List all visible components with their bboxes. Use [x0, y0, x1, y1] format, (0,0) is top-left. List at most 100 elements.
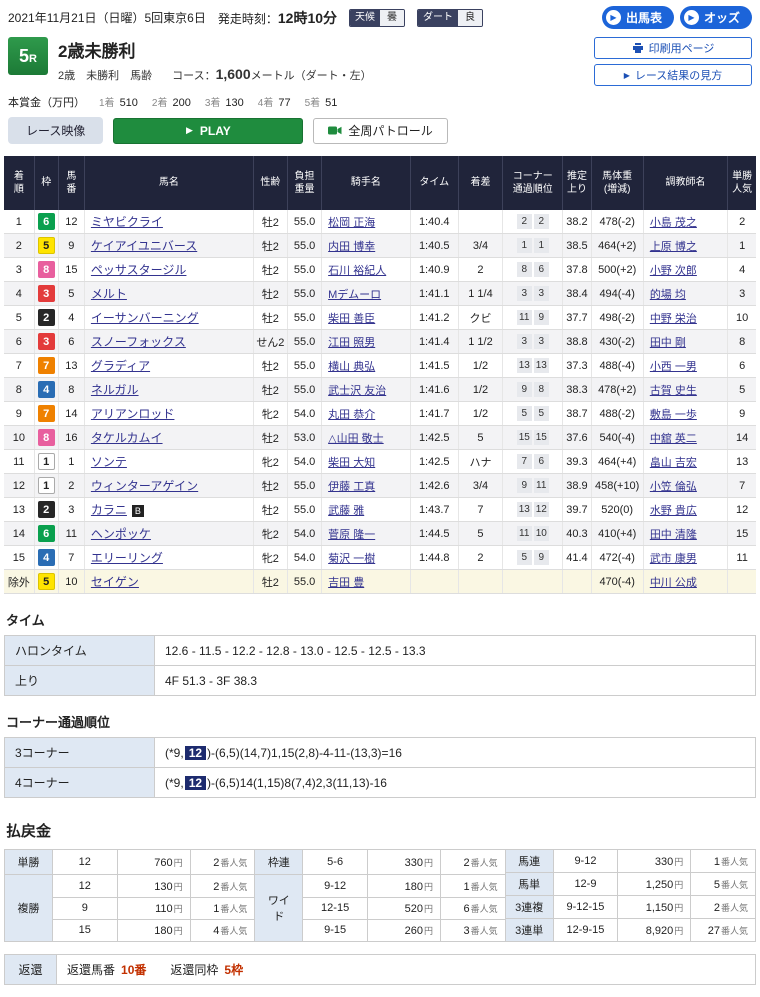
jockey-link[interactable]: 伊藤 工真	[328, 481, 375, 493]
arrow-circle-icon: ▶	[606, 10, 621, 25]
start-time-value: 12時10分	[278, 10, 337, 26]
jockey-link[interactable]: 江田 照男	[328, 337, 375, 349]
trainer-link[interactable]: 敷島 一歩	[650, 409, 697, 421]
result-guide-button[interactable]: ▶レース結果の見方	[594, 64, 752, 86]
horse-name-link[interactable]: ネルガル	[91, 383, 139, 397]
trainer-link[interactable]: 田中 剛	[650, 337, 686, 349]
horse-name-link[interactable]: タケルカムイ	[91, 431, 163, 445]
payout-popularity: 1番人気	[440, 875, 505, 897]
trainer-link[interactable]: 的場 均	[650, 289, 686, 301]
race-date: 2021年11月21日（日曜）5回東京6日	[8, 9, 206, 26]
horse-name-link[interactable]: アリアンロッド	[91, 407, 175, 421]
time-section-title: タイム	[4, 610, 756, 629]
play-button[interactable]: ▶PLAY	[113, 118, 303, 144]
sex-age: 牡2	[253, 258, 287, 282]
print-page-button[interactable]: 印刷用ページ	[594, 37, 752, 59]
popularity-value: 1	[213, 903, 219, 915]
horse-number: 14	[58, 402, 84, 426]
jockey-link[interactable]: 柴田 大知	[328, 457, 375, 469]
jockey-link[interactable]: 吉田 豊	[328, 577, 364, 589]
trainer-link[interactable]: 畠山 吉宏	[650, 457, 697, 469]
trainer-link[interactable]: 小笠 倫弘	[650, 481, 697, 493]
horse-name-link[interactable]: ヘンポッケ	[91, 527, 151, 541]
waku-badge: 4	[38, 381, 55, 398]
finish-position: 5	[4, 306, 34, 330]
win-popularity: 12	[728, 498, 756, 522]
trainer-link[interactable]: 小野 次郎	[650, 265, 697, 277]
horse-name-link[interactable]: ウィンターアゲイン	[91, 479, 198, 493]
jockey-link[interactable]: 武藤 雅	[328, 505, 364, 517]
horse-name-link[interactable]: ソンテ	[91, 455, 127, 469]
odds-button[interactable]: ▶オッズ	[680, 6, 752, 29]
jockey-link[interactable]: 内田 博幸	[328, 241, 375, 253]
corner-position: 5	[517, 406, 532, 421]
jockey-link[interactable]: 丸田 恭介	[328, 409, 375, 421]
finish-position: 9	[4, 402, 34, 426]
jockey-link[interactable]: 松岡 正海	[328, 217, 375, 229]
prize-item: 5着51	[305, 97, 338, 109]
trainer-link[interactable]: 中川 公成	[650, 577, 697, 589]
horse-name-link[interactable]: エリーリング	[91, 551, 163, 565]
horse-name-link[interactable]: ミヤビクライ	[91, 215, 163, 229]
horse-name-link[interactable]: セイゲン	[91, 575, 139, 589]
horse-number: 11	[58, 522, 84, 546]
trainer-link[interactable]: 中野 栄治	[650, 313, 697, 325]
margin: 5	[458, 522, 502, 546]
jockey-link[interactable]: 石川 裕紀人	[328, 265, 386, 277]
trainer-link[interactable]: 古賀 史生	[650, 385, 697, 397]
payout-row: 枠連5-6330円2番人気	[255, 850, 505, 875]
horse-name-link[interactable]: ペッサスタージル	[91, 263, 187, 277]
jockey-link[interactable]: 武士沢 友治	[328, 385, 386, 397]
jockey-link[interactable]: 菅原 隆一	[328, 529, 375, 541]
corner-order-text: )-(6,5)14(1,15)8(7,4)2,3(11,13)-16	[207, 776, 387, 790]
race-title: 2歳未勝利	[58, 37, 594, 62]
horse-name-link[interactable]: イーサンバーニング	[91, 311, 199, 325]
horse-name-link[interactable]: スノーフォックス	[91, 335, 186, 349]
popularity-unit: 番人気	[220, 926, 247, 936]
result-row: 524イーサンバーニング牡255.0柴田 善臣1:41.2クビ11937.749…	[4, 306, 756, 330]
prize-amount: 200	[172, 97, 190, 109]
corner-section-title: コーナー通過順位	[4, 712, 756, 731]
result-row: 1111ソンテ牝254.0柴田 大知1:42.5ハナ7639.3464(+4)畠…	[4, 450, 756, 474]
arrow-icon: ▶	[624, 71, 630, 80]
trainer-link[interactable]: 水野 貴広	[650, 505, 697, 517]
horse-name-cell: ミヤビクライ	[84, 210, 253, 234]
win-popularity	[728, 570, 756, 594]
frame-cell: 3	[34, 282, 58, 306]
jockey-link[interactable]: 柴田 善臣	[328, 313, 375, 325]
entries-button[interactable]: ▶出馬表	[602, 6, 674, 29]
jockey-cell: 江田 照男	[322, 330, 410, 354]
column-header: 枠	[34, 156, 58, 210]
trainer-link[interactable]: 小島 茂之	[650, 217, 697, 229]
jockey-link[interactable]: △山田 敬士	[328, 433, 384, 445]
horse-name-cell: ネルガル	[84, 378, 253, 402]
patrol-button[interactable]: 全周パトロール	[313, 118, 447, 144]
horse-name-link[interactable]: カラニ	[91, 503, 127, 517]
time-row-value: 4F 51.3 - 3F 38.3	[155, 666, 756, 696]
trainer-link[interactable]: 中舘 英二	[650, 433, 697, 445]
finish-position: 6	[4, 330, 34, 354]
prize-item: 2着200	[152, 97, 191, 109]
horse-name-link[interactable]: ケイアイユニバース	[91, 239, 197, 253]
horse-name-link[interactable]: グラディア	[91, 359, 150, 373]
sex-age: 牡2	[253, 306, 287, 330]
trainer-link[interactable]: 武市 康男	[650, 553, 697, 565]
results-header-row: 着 順枠馬 番馬名性齢負担 重量騎手名タイム着差コーナー 通過順位推定 上り馬体…	[4, 156, 756, 210]
horse-weight: 494(-4)	[591, 282, 643, 306]
bet-type-label: 馬単	[505, 873, 553, 896]
jockey-link[interactable]: 菊沢 一樹	[328, 553, 375, 565]
trainer-link[interactable]: 上原 博之	[650, 241, 697, 253]
finish-time: 1:42.5	[410, 426, 458, 450]
payout-amount: 330円	[618, 850, 691, 873]
jockey-link[interactable]: Mデムーロ	[328, 289, 381, 301]
trainer-link[interactable]: 小西 一男	[650, 361, 697, 373]
carried-weight: 55.0	[287, 258, 321, 282]
horse-name-link[interactable]: メルト	[91, 287, 127, 301]
yen-unit: 円	[674, 880, 683, 890]
prize-amount: 51	[325, 97, 337, 109]
margin	[458, 570, 502, 594]
trainer-link[interactable]: 田中 清隆	[650, 529, 697, 541]
column-header: 負担 重量	[287, 156, 321, 210]
jockey-link[interactable]: 横山 典弘	[328, 361, 375, 373]
yen-unit: 円	[424, 858, 433, 868]
